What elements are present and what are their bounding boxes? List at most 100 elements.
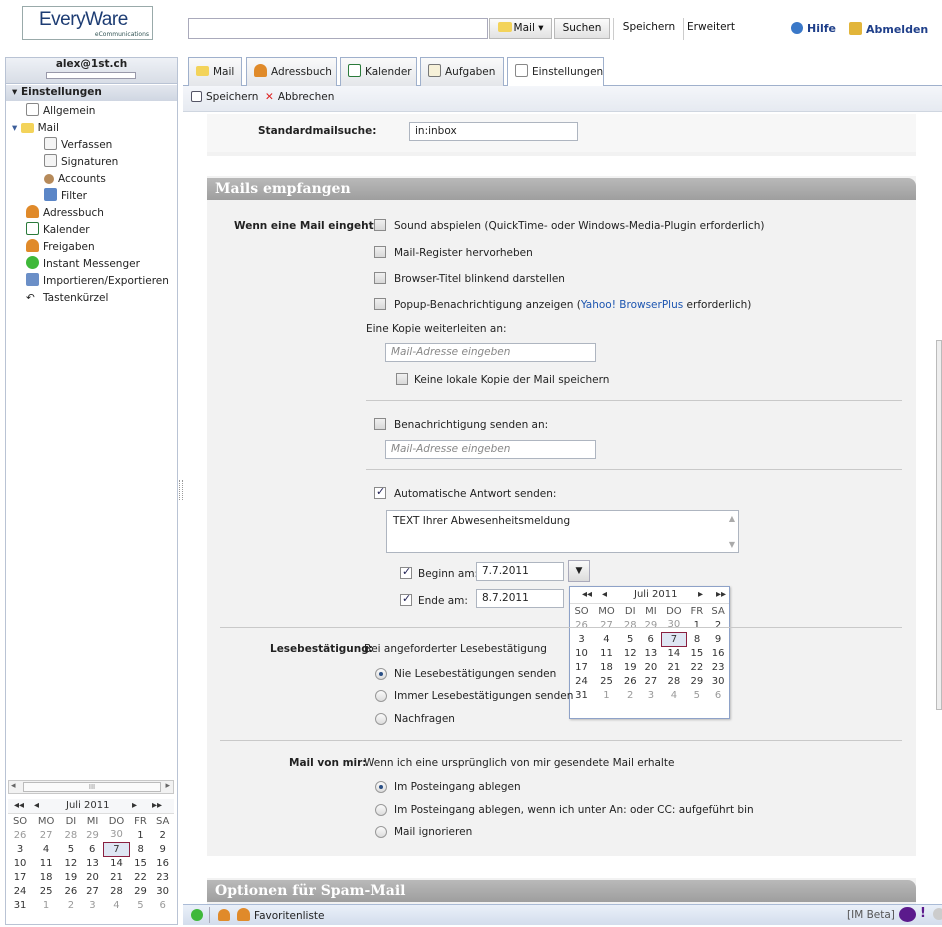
highlight-checkbox[interactable]: [374, 246, 386, 258]
end-date-input[interactable]: 8.7.2011: [476, 589, 564, 608]
calendar-day[interactable]: 31: [570, 688, 593, 702]
calendar-day[interactable]: 19: [620, 660, 641, 674]
add-contact-icon[interactable]: [218, 909, 230, 921]
calendar-prev-icon[interactable]: ◂: [602, 589, 607, 600]
calendar-day[interactable]: 3: [82, 898, 104, 912]
calendar-day[interactable]: 10: [8, 856, 32, 870]
calendar-day[interactable]: 26: [8, 828, 32, 842]
calendar-first-icon[interactable]: ◂◂: [14, 800, 24, 811]
calendar-day[interactable]: 5: [60, 842, 82, 856]
save-button[interactable]: Speichern: [191, 91, 258, 103]
calendar-day[interactable]: 8: [130, 842, 152, 856]
fm-ignore-radio[interactable]: [375, 826, 387, 838]
calendar-day[interactable]: 19: [60, 870, 82, 884]
logout-link[interactable]: Abmelden: [849, 22, 928, 36]
calendar-day[interactable]: 22: [130, 870, 152, 884]
calendar-day[interactable]: 26: [570, 618, 593, 632]
calendar-day[interactable]: 6: [151, 898, 174, 912]
favorites-list-button[interactable]: Favoritenliste: [237, 908, 325, 922]
calendar-day[interactable]: 17: [570, 660, 593, 674]
tab-mail[interactable]: Mail: [188, 57, 242, 86]
sidebar-item-accounts[interactable]: Accounts: [44, 171, 106, 188]
calendar-day[interactable]: 1: [130, 828, 152, 842]
calendar-day[interactable]: 28: [60, 828, 82, 842]
sidebar-item-allgemein[interactable]: Allgemein: [26, 103, 95, 120]
calendar-day[interactable]: 9: [151, 842, 174, 856]
sidebar-section-settings[interactable]: ▾ Einstellungen: [6, 85, 177, 101]
help-link[interactable]: Hilfe: [791, 22, 836, 35]
calendar-day[interactable]: 20: [82, 870, 104, 884]
begin-date-input[interactable]: 7.7.2011: [476, 562, 564, 581]
rr-ask-radio[interactable]: [375, 713, 387, 725]
end-date-checkbox[interactable]: [400, 592, 412, 606]
calendar-day[interactable]: 16: [151, 856, 174, 870]
calendar-day[interactable]: 27: [641, 674, 662, 688]
popup-checkbox[interactable]: [374, 298, 386, 310]
calendar-day[interactable]: 28: [103, 884, 129, 898]
tab-kalender[interactable]: Kalender: [340, 57, 417, 86]
horizontal-scrollbar[interactable]: ◂ III ▸: [8, 780, 174, 794]
calendar-day[interactable]: 25: [32, 884, 60, 898]
calendar-day[interactable]: 4: [661, 688, 686, 702]
calendar-day[interactable]: 30: [707, 674, 729, 688]
sidebar-item-verfassen[interactable]: Verfassen: [44, 137, 112, 154]
calendar-last-icon[interactable]: ▸▸: [152, 800, 162, 811]
date-picker-button[interactable]: ▼: [568, 560, 590, 582]
calendar-day[interactable]: 10: [570, 646, 593, 660]
calendar-day[interactable]: 1: [593, 688, 620, 702]
tab-einstellungen[interactable]: Einstellungen: [507, 57, 604, 87]
calendar-day[interactable]: 2: [60, 898, 82, 912]
calendar-day[interactable]: 11: [593, 646, 620, 660]
calendar-day[interactable]: 4: [103, 898, 129, 912]
scroll-thumb[interactable]: III: [23, 782, 161, 792]
calendar-day[interactable]: 24: [570, 674, 593, 688]
calendar-day[interactable]: 11: [32, 856, 60, 870]
sidebar-item-adressbuch[interactable]: Adressbuch: [26, 205, 104, 222]
calendar-day[interactable]: 16: [707, 646, 729, 660]
calendar-day-selected[interactable]: 7: [102, 841, 131, 857]
sidebar-item-mail[interactable]: ▾ Mail: [12, 120, 59, 137]
calendar-day[interactable]: 23: [707, 660, 729, 674]
online-status-icon[interactable]: [191, 909, 203, 921]
sidebar-item-instant-messenger[interactable]: Instant Messenger: [26, 256, 140, 273]
calendar-day[interactable]: 29: [641, 618, 662, 632]
calendar-day[interactable]: 23: [151, 870, 174, 884]
calendar-next-icon[interactable]: ▸: [132, 800, 137, 811]
textarea-scroll-up-icon[interactable]: ▲: [729, 514, 735, 523]
yahoo-messenger-icon[interactable]: [899, 907, 916, 922]
calendar-day[interactable]: 17: [8, 870, 32, 884]
sound-checkbox[interactable]: [374, 219, 386, 231]
calendar-day[interactable]: 30: [103, 828, 129, 842]
calendar-day[interactable]: 27: [593, 618, 620, 632]
calendar-day[interactable]: 2: [151, 828, 174, 842]
advanced-search-button[interactable]: Erweitert: [686, 18, 736, 39]
calendar-day[interactable]: 29: [687, 674, 708, 688]
calendar-day[interactable]: 29: [82, 828, 104, 842]
scroll-left-icon[interactable]: ◂: [11, 781, 16, 791]
calendar-day[interactable]: 28: [661, 674, 686, 688]
calendar-day[interactable]: 12: [60, 856, 82, 870]
status-icon[interactable]: [933, 908, 942, 920]
sidebar-item-import-export[interactable]: Importieren/Exportieren: [26, 273, 169, 290]
calendar-day[interactable]: 12: [620, 646, 641, 660]
calendar-first-icon[interactable]: ◂◂: [582, 589, 592, 600]
calendar-day[interactable]: 5: [130, 898, 152, 912]
calendar-day[interactable]: 30: [661, 618, 686, 632]
calendar-day[interactable]: 9: [707, 632, 729, 646]
calendar-day[interactable]: 21: [103, 870, 129, 884]
calendar-day[interactable]: 3: [570, 632, 593, 646]
auto-reply-textarea[interactable]: TEXT Ihrer Abwesenheitsmeldung ▲ ▼: [386, 510, 739, 553]
rr-never-radio[interactable]: [375, 668, 387, 680]
auto-reply-checkbox[interactable]: [374, 485, 386, 499]
cancel-button[interactable]: ✕ Abbrechen: [265, 91, 334, 103]
calendar-day[interactable]: 14: [103, 856, 129, 870]
calendar-day[interactable]: 26: [620, 674, 641, 688]
default-search-input[interactable]: in:inbox: [409, 122, 578, 141]
sidebar-item-freigaben[interactable]: Freigaben: [26, 239, 95, 256]
calendar-prev-icon[interactable]: ◂: [34, 800, 39, 811]
browserplus-link[interactable]: Yahoo! BrowserPlus: [581, 299, 683, 311]
begin-date-checkbox[interactable]: [400, 565, 412, 579]
rr-always-radio[interactable]: [375, 690, 387, 702]
calendar-day-selected[interactable]: 7: [660, 631, 688, 647]
search-input[interactable]: [188, 18, 488, 39]
